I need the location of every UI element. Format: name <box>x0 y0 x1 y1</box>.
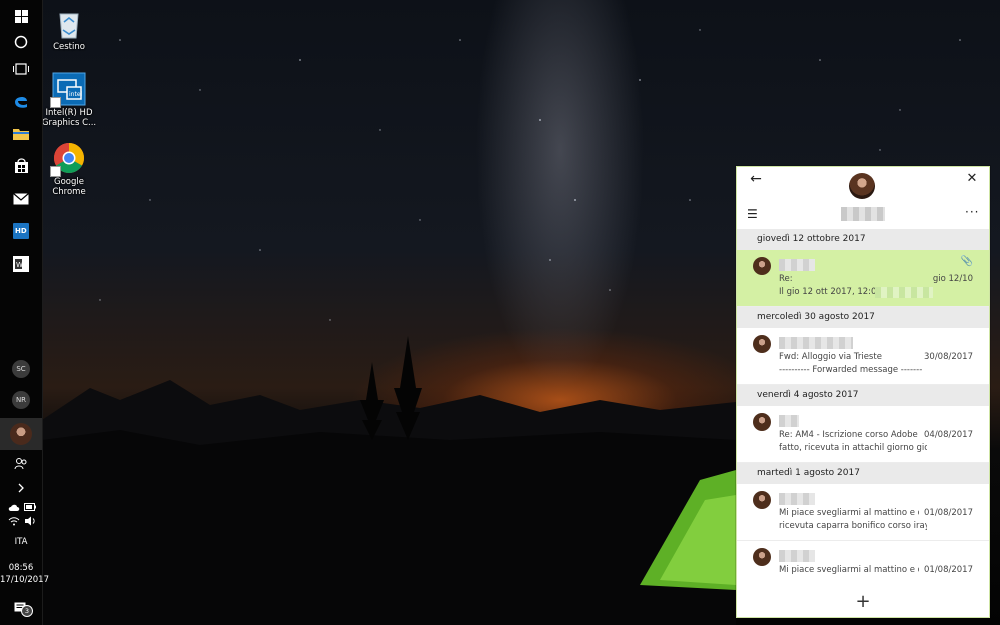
back-arrow-icon[interactable]: ← <box>747 170 765 188</box>
notification-count-badge: 3 <box>21 605 33 617</box>
panel-header: ← ✕ ☰ ··· <box>737 167 989 229</box>
desktop-icon-intel-graphics[interactable]: intel Intel(R) HD Graphics C... <box>39 72 99 128</box>
battery-icon[interactable] <box>24 501 36 514</box>
people-contact-active[interactable] <box>0 418 42 450</box>
date-group-header: mercoledì 30 agosto 2017 <box>737 307 989 328</box>
sender-avatar <box>753 413 771 431</box>
onedrive-icon[interactable] <box>8 502 20 515</box>
desktop-icon-chrome[interactable]: Google Chrome <box>39 141 99 197</box>
task-view-icon[interactable] <box>0 53 42 85</box>
date-group-header: venerdì 4 agosto 2017 <box>737 385 989 406</box>
plus-icon: + <box>855 591 871 612</box>
svg-text:W: W <box>16 261 23 269</box>
mail-icon[interactable] <box>0 183 42 215</box>
desktop-icon-recycle-bin[interactable]: Cestino <box>39 6 99 52</box>
contact-initials: NR <box>15 396 27 404</box>
people-mail-panel: ← ✕ ☰ ··· giovedì 12 ottobre 2017 📎 Re: … <box>736 166 990 618</box>
sender-avatar <box>753 548 771 566</box>
message-date: 01/08/2017 <box>924 508 973 518</box>
message-subject: Fwd: Alloggio via Trieste <box>779 352 882 362</box>
sender-avatar <box>753 257 771 275</box>
clock-date[interactable]: 17/10/2017 <box>0 575 49 585</box>
action-center-icon[interactable]: 3 <box>0 592 42 624</box>
sender-avatar <box>753 491 771 509</box>
taskbar: HD W SC NR ITA 08:56 17/10/2017 3 <box>0 0 49 625</box>
message-date: 04/08/2017 <box>924 430 973 440</box>
svg-text:HD: HD <box>15 227 27 235</box>
hamburger-menu-icon[interactable]: ☰ <box>747 207 761 221</box>
contact-initials: SC <box>16 365 26 373</box>
edge-icon[interactable] <box>0 85 42 117</box>
store-icon[interactable] <box>0 149 42 181</box>
sender-avatar <box>753 335 771 353</box>
message-preview: ---------- Forwarded message ------- <box>779 365 923 375</box>
chrome-icon <box>50 141 86 177</box>
shortcut-arrow-icon <box>50 166 61 177</box>
contact-name-redacted <box>841 207 885 221</box>
message-subject: Mi piace svegliarmi al mattino e dir <box>779 565 919 575</box>
message-item[interactable]: 📎 Re: gio 12/10 Il gio 12 ott 2017, 12:0… <box>737 250 989 307</box>
shortcut-arrow-icon <box>50 97 61 108</box>
message-preview: fatto, ricevuta in attachil giorno gio 3 <box>779 443 927 453</box>
people-contact-sc[interactable]: SC <box>12 360 30 378</box>
contact-avatar <box>849 173 875 199</box>
message-item[interactable]: Fwd: Alloggio via Trieste 30/08/2017 ---… <box>737 328 989 385</box>
new-message-button[interactable]: + <box>737 587 989 617</box>
more-options-icon[interactable]: ··· <box>965 205 979 219</box>
message-date: gio 12/10 <box>932 274 973 284</box>
message-item[interactable]: Mi piace svegliarmi al mattino e dir 01/… <box>737 484 989 541</box>
date-group-header: giovedì 12 ottobre 2017 <box>737 229 989 250</box>
message-subject: Mi piace svegliarmi al mattino e dir <box>779 508 919 518</box>
volume-icon[interactable] <box>24 516 36 529</box>
people-contact-nr[interactable]: NR <box>12 391 30 409</box>
avatar <box>10 423 32 445</box>
intel-graphics-icon: intel <box>50 72 86 108</box>
message-item[interactable]: Re: AM4 - Iscrizione corso Adobe Pl 04/0… <box>737 406 989 463</box>
sender-name-redacted <box>779 493 815 505</box>
svg-text:intel: intel <box>69 91 83 98</box>
input-language-indicator[interactable]: ITA <box>0 537 42 547</box>
sender-name-redacted <box>779 550 815 562</box>
file-explorer-icon[interactable] <box>0 117 42 149</box>
wifi-icon[interactable] <box>8 516 20 529</box>
close-icon[interactable]: ✕ <box>963 170 981 188</box>
attachment-icon: 📎 <box>960 256 973 267</box>
preview-redacted <box>875 287 933 298</box>
message-subject: Re: <box>779 274 793 284</box>
date-group-header: martedì 1 agosto 2017 <box>737 463 989 484</box>
recycle-bin-icon <box>52 6 86 40</box>
hd-app-icon[interactable]: HD <box>0 215 42 247</box>
sender-name-redacted <box>779 259 815 271</box>
message-date: 01/08/2017 <box>924 565 973 575</box>
message-preview: ricevuta caparra bonifico corso iray m <box>779 521 927 531</box>
message-date: 30/08/2017 <box>924 352 973 362</box>
message-list: giovedì 12 ottobre 2017 📎 Re: gio 12/10 … <box>737 229 989 598</box>
clock-time[interactable]: 08:56 <box>0 563 42 573</box>
sender-name-redacted <box>779 337 853 349</box>
desktop-icon-label: Google Chrome <box>52 177 86 197</box>
office-icon[interactable]: W <box>0 248 42 280</box>
desktop-icon-label: Intel(R) HD Graphics C... <box>41 108 97 128</box>
message-subject: Re: AM4 - Iscrizione corso Adobe Pl <box>779 430 919 440</box>
desktop-icon-label: Cestino <box>53 42 85 52</box>
sender-name-redacted <box>779 415 799 427</box>
